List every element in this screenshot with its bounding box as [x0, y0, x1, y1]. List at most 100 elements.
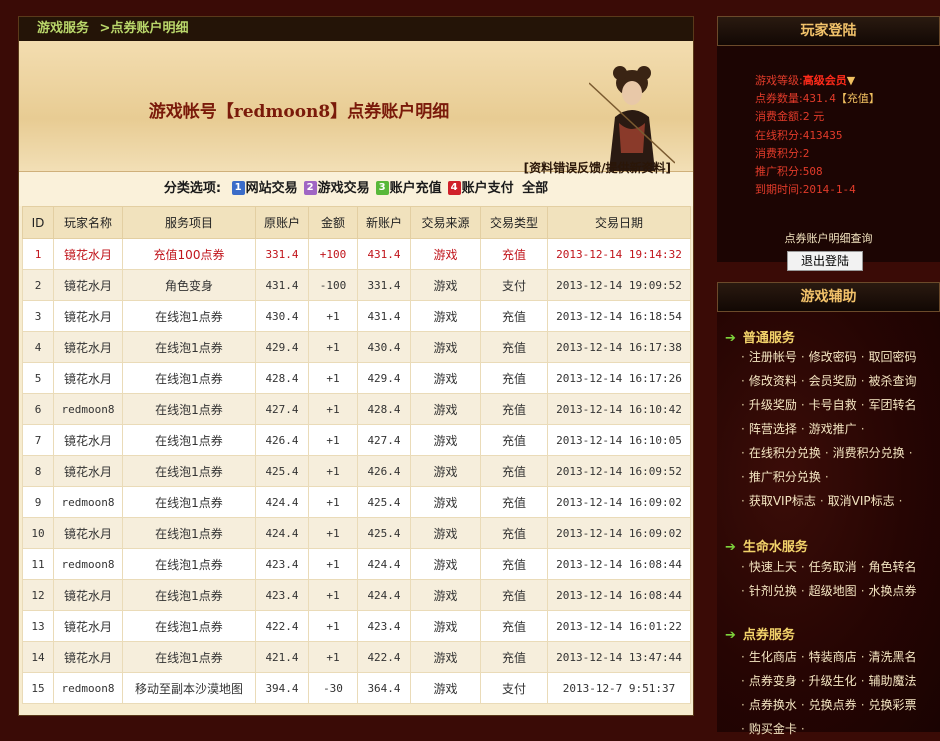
- table-cell: 游戏: [410, 517, 481, 549]
- online-points-value: 413435: [802, 128, 843, 142]
- separator-icon: ·: [824, 470, 829, 484]
- assist-link[interactable]: 点券变身: [749, 674, 797, 688]
- assist-link[interactable]: 消费积分兑换: [833, 446, 905, 460]
- table-cell: 424.4: [357, 548, 411, 580]
- table-row: 15 redmoon8 移动至副本沙漠地图 394.4 -30 364.4 游戏 支付 2013…: [22, 672, 691, 704]
- table-cell: +1: [308, 641, 358, 673]
- table-cell: redmoon8: [53, 548, 123, 580]
- table-cell: 2013-12-14 16:09:02: [547, 517, 691, 549]
- assist-link[interactable]: 游戏推广: [809, 422, 857, 436]
- filter-all[interactable]: 全部: [522, 181, 548, 196]
- filter-option-3[interactable]: 账户充值: [390, 181, 442, 196]
- breadcrumb-game-service[interactable]: 游戏服务: [37, 21, 89, 36]
- filter-option-1[interactable]: 网站交易: [246, 181, 298, 196]
- table-cell: redmoon8: [53, 672, 123, 704]
- assist-link[interactable]: 购买金卡: [749, 722, 797, 736]
- assist-link[interactable]: 阵营选择: [749, 422, 797, 436]
- assist-link[interactable]: 水换点券: [869, 584, 917, 598]
- table-cell: 游戏: [410, 486, 481, 518]
- table-cell: 支付: [480, 269, 548, 301]
- assist-link-row: · 在线积分兑换 · 消费积分兑换 ·: [737, 441, 917, 465]
- assist-link[interactable]: 修改密码: [809, 350, 857, 364]
- assist-link[interactable]: 点券换水: [749, 698, 797, 712]
- main-panel: 游戏服务 >点券账户明细 游戏帐号【redmoon8】点券账户明细 [资料错误反…: [18, 16, 694, 716]
- feedback-link[interactable]: [资料错误反馈/提供新资料]: [524, 159, 671, 176]
- table-cell: 在线泡1点券: [122, 579, 256, 611]
- table-cell: 镜花水月: [53, 579, 123, 611]
- online-points-label: 在线积分:: [755, 128, 803, 142]
- table-cell: 2013-12-14 16:09:52: [547, 455, 691, 487]
- assist-link[interactable]: 取回密码: [869, 350, 917, 364]
- recharge-link[interactable]: 【充值】: [836, 92, 880, 105]
- assist-link[interactable]: 升级奖励: [749, 398, 797, 412]
- table-cell: 429.4: [357, 362, 411, 394]
- assist-link[interactable]: 推广积分兑换: [749, 470, 821, 484]
- table-cell: 充值: [480, 486, 548, 518]
- section-title: 点券服务: [742, 628, 795, 643]
- bullet-icon: ·: [741, 446, 745, 460]
- assist-link[interactable]: 辅助魔法: [869, 674, 917, 688]
- assist-link[interactable]: 军团转名: [869, 398, 917, 412]
- assist-link[interactable]: 获取VIP标志: [749, 494, 816, 508]
- ledger-query-link[interactable]: 点券账户明细查询: [717, 230, 940, 246]
- assist-link[interactable]: 会员奖励: [809, 374, 857, 388]
- assist-link[interactable]: 在线积分兑换: [749, 446, 821, 460]
- assist-link[interactable]: 特装商店: [809, 650, 857, 664]
- table-cell: 2013-12-14 16:08:44: [547, 579, 691, 611]
- filter-option-4[interactable]: 账户支付: [462, 181, 514, 196]
- assist-link-row: · 针剂兑换 · 超级地图 · 水换点券: [737, 579, 917, 603]
- assist-link[interactable]: 清洗黑名: [869, 650, 917, 664]
- arrow-right-icon: ➔: [725, 540, 736, 555]
- assist-link[interactable]: 生化商店: [749, 650, 797, 664]
- table-cell: 游戏: [410, 579, 481, 611]
- assist-link[interactable]: 修改资料: [749, 374, 797, 388]
- assist-link[interactable]: 超级地图: [809, 584, 857, 598]
- assist-link-row: · 购买金卡 ·: [737, 717, 917, 741]
- assist-link[interactable]: 兑换点券: [809, 698, 857, 712]
- filter-label: 分类选项:: [163, 181, 222, 196]
- table-cell: 镜花水月: [53, 455, 123, 487]
- table-row: 10 镜花水月 在线泡1点券 424.4 +1 425.4 游戏 充值 2013-12-14 1…: [22, 517, 691, 549]
- assist-link[interactable]: 兑换彩票: [869, 698, 917, 712]
- table-cell: +1: [308, 486, 358, 518]
- separator-icon: ·: [800, 722, 805, 736]
- separator-icon: ·: [800, 674, 805, 688]
- table-row: 12 镜花水月 在线泡1点券 423.4 +1 424.4 游戏 充值 2013-12-14 1…: [22, 579, 691, 611]
- assist-link[interactable]: 角色转名: [869, 560, 917, 574]
- logout-button[interactable]: 退出登陆: [787, 251, 863, 271]
- separator-icon: ·: [860, 350, 865, 364]
- table-cell: 2013-12-14 16:10:42: [547, 393, 691, 425]
- table-cell: 15: [22, 672, 54, 704]
- assist-link[interactable]: 取消VIP标志: [828, 494, 895, 508]
- assist-link[interactable]: 任务取消: [809, 560, 857, 574]
- table-cell: 426.4: [357, 455, 411, 487]
- table-cell: 在线泡1点券: [122, 300, 256, 332]
- separator-icon: ·: [860, 374, 865, 388]
- separator-icon: ·: [908, 446, 913, 460]
- assist-link-row: · 获取VIP标志 · 取消VIP标志 ·: [737, 489, 917, 513]
- consume-points-label: 消费积分:: [755, 146, 803, 160]
- assist-link[interactable]: 升级生化: [809, 674, 857, 688]
- assist-link[interactable]: 被杀查询: [869, 374, 917, 388]
- table-cell: 428.4: [357, 393, 411, 425]
- column-header: 原账户: [255, 206, 309, 239]
- bullet-icon: ·: [741, 674, 745, 688]
- table-cell: 2013-12-14 16:09:02: [547, 486, 691, 518]
- column-header: 金额: [308, 206, 358, 239]
- table-cell: 424.4: [255, 486, 309, 518]
- assist-panel: ➔ 普通服务 · 注册帐号 · 修改密码 · 取回密码 · 修改资料 · 会员奖励 · 被杀查询 · 升级奖励…: [717, 312, 940, 736]
- table-cell: 422.4: [255, 610, 309, 642]
- table-cell: 6: [22, 393, 54, 425]
- assist-link[interactable]: 卡号自救: [809, 398, 857, 412]
- assist-link[interactable]: 注册帐号: [749, 350, 797, 364]
- table-cell: 充值: [480, 548, 548, 580]
- table-cell: redmoon8: [53, 393, 123, 425]
- table-cell: 在线泡1点券: [122, 331, 256, 363]
- table-cell: 431.4: [357, 238, 411, 270]
- assist-link[interactable]: 快速上天: [749, 560, 797, 574]
- table-cell: 394.4: [255, 672, 309, 704]
- filter-option-2[interactable]: 游戏交易: [318, 181, 370, 196]
- assist-link[interactable]: 针剂兑换: [749, 584, 797, 598]
- assist-link-row: · 点券换水 · 兑换点券 · 兑换彩票: [737, 693, 917, 717]
- table-cell: 游戏: [410, 424, 481, 456]
